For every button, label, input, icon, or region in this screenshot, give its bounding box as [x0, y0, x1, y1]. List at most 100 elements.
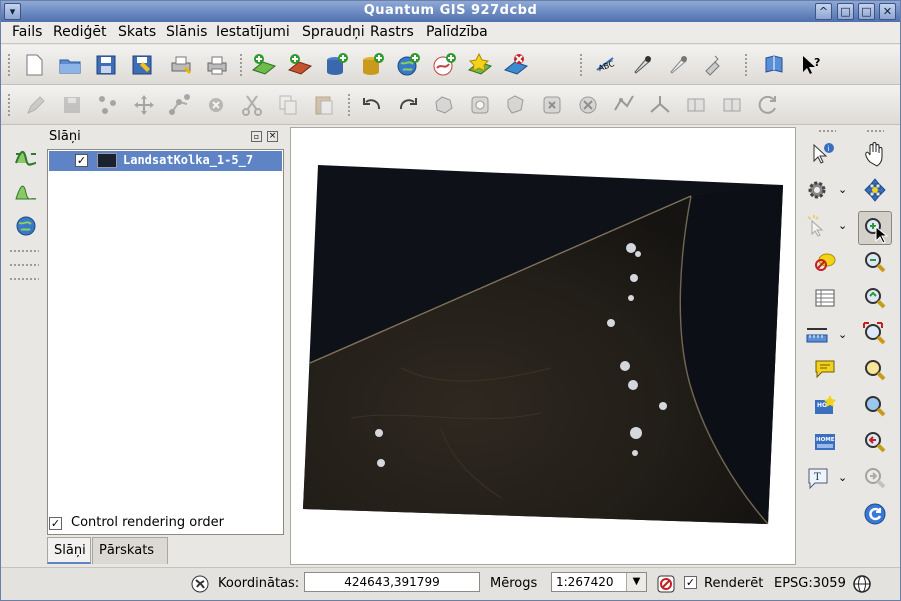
strip-grip[interactable]	[9, 277, 39, 281]
stop-rendering-icon[interactable]	[653, 571, 679, 597]
refresh-icon[interactable]	[862, 501, 888, 527]
coordinates-field[interactable]: 424643,391799	[304, 572, 480, 592]
chevron-down-icon[interactable]: ⌄	[838, 183, 847, 196]
scale-combobox[interactable]: 1:267420 ▼	[551, 572, 647, 592]
close-button[interactable]: ✕	[879, 3, 896, 20]
menu-layer[interactable]: Slānis	[166, 24, 207, 40]
menu-edit[interactable]: Rediģēt	[53, 24, 106, 40]
menu-view[interactable]: Skats	[118, 24, 156, 40]
add-postgis-layer-icon[interactable]	[323, 52, 349, 78]
tab-overview[interactable]: Pārskats	[92, 537, 168, 564]
maximize-button[interactable]: □	[858, 3, 875, 20]
select-features-icon[interactable]	[804, 213, 830, 239]
toolbar-grip[interactable]	[866, 129, 884, 133]
toolbar-grip[interactable]	[744, 53, 748, 77]
node-tool-icon[interactable]	[167, 92, 193, 118]
toolbar-grip[interactable]	[239, 53, 243, 77]
map-canvas[interactable]	[290, 127, 796, 565]
delete-part-icon[interactable]	[575, 92, 601, 118]
add-part-icon[interactable]	[503, 92, 529, 118]
epsg-label[interactable]: EPSG:3059	[774, 576, 846, 591]
zoom-full-icon[interactable]	[862, 285, 888, 311]
pan-to-selection-icon[interactable]	[862, 177, 888, 203]
layer-tree[interactable]: ✓ LandsatKolka_1-5_7	[47, 149, 284, 535]
shade-button[interactable]: ^	[815, 3, 832, 20]
action-gear-icon[interactable]	[804, 177, 830, 203]
pin-labels-icon[interactable]	[629, 52, 655, 78]
reshape-features-icon[interactable]	[611, 92, 637, 118]
add-wfs-layer-icon[interactable]	[431, 52, 457, 78]
move-label-icon[interactable]	[701, 52, 727, 78]
menu-file[interactable]: Fails	[12, 24, 42, 40]
close-panel-icon[interactable]: ×	[267, 131, 278, 142]
zoom-to-layer-icon[interactable]	[862, 357, 888, 383]
toolbar-grip[interactable]	[347, 93, 351, 117]
whats-this-icon[interactable]: ?	[799, 52, 825, 78]
float-panel-icon[interactable]: ▫	[251, 131, 262, 142]
add-spatialite-layer-icon[interactable]	[359, 52, 385, 78]
projection-globe-icon[interactable]	[849, 571, 875, 597]
measure-line-icon[interactable]	[804, 322, 830, 348]
delete-ring-icon[interactable]	[539, 92, 565, 118]
simplify-feature-icon[interactable]	[431, 92, 457, 118]
text-annotation-icon[interactable]: T	[806, 465, 832, 491]
zoom-next-icon[interactable]	[862, 465, 888, 491]
new-bookmark-icon[interactable]: HO	[812, 393, 838, 419]
menu-plugins[interactable]: Spraudņi	[302, 24, 365, 40]
save-as-icon[interactable]	[129, 52, 155, 78]
strip-grip[interactable]	[9, 249, 39, 253]
menu-help[interactable]: Palīdzība	[426, 24, 488, 40]
chevron-down-icon[interactable]: ⌄	[838, 328, 847, 341]
histogram-icon[interactable]	[13, 177, 39, 203]
layer-item-landsat[interactable]: ✓ LandsatKolka_1-5_7	[49, 151, 282, 171]
save-edits-icon[interactable]	[59, 92, 85, 118]
print-composer-icon[interactable]	[168, 52, 194, 78]
add-wms-layer-icon[interactable]	[395, 52, 421, 78]
layer-visibility-checkbox[interactable]: ✓	[75, 154, 88, 167]
copy-features-icon[interactable]	[275, 92, 301, 118]
new-project-icon[interactable]	[21, 52, 47, 78]
new-shapefile-layer-icon[interactable]	[467, 52, 493, 78]
save-project-icon[interactable]	[93, 52, 119, 78]
label-icon[interactable]: ABC	[593, 52, 619, 78]
toolbar-grip[interactable]	[7, 93, 11, 117]
help-contents-icon[interactable]	[761, 52, 787, 78]
rotate-point-symbols-icon[interactable]	[755, 92, 781, 118]
pan-hand-icon[interactable]	[862, 141, 888, 167]
add-ring-icon[interactable]	[467, 92, 493, 118]
move-feature-icon[interactable]	[131, 92, 157, 118]
zoom-out-icon[interactable]	[862, 249, 888, 275]
merge-features-icon[interactable]	[683, 92, 709, 118]
chevron-down-icon[interactable]: ⌄	[838, 471, 847, 484]
identify-features-icon[interactable]: i	[810, 141, 836, 167]
menu-settings[interactable]: Iestatījumi	[216, 24, 290, 40]
zoom-last-icon[interactable]	[862, 429, 888, 455]
map-tips-icon[interactable]	[812, 356, 838, 382]
split-features-icon[interactable]	[647, 92, 673, 118]
coordinate-toggle-icon[interactable]	[187, 571, 213, 597]
zoom-to-selection-icon[interactable]	[862, 321, 888, 347]
add-vector-layer-icon[interactable]	[251, 52, 277, 78]
strip-grip[interactable]	[9, 263, 39, 267]
render-checkbox[interactable]: ✓	[684, 576, 697, 589]
merge-attributes-icon[interactable]	[719, 92, 745, 118]
toggle-editing-icon[interactable]	[23, 92, 49, 118]
control-rendering-order-checkbox[interactable]: ✓	[49, 517, 62, 530]
zoom-actual-size-icon[interactable]	[862, 393, 888, 419]
remove-layer-icon[interactable]	[503, 52, 529, 78]
chevron-down-icon[interactable]: ▼	[626, 573, 646, 591]
show-hide-labels-icon[interactable]	[665, 52, 691, 78]
toolbar-grip[interactable]	[579, 53, 583, 77]
histogram-stretch-icon[interactable]	[13, 141, 39, 167]
show-bookmarks-icon[interactable]: HOME	[812, 429, 838, 455]
toolbar-grip[interactable]	[7, 53, 11, 77]
globe-icon[interactable]	[13, 213, 39, 239]
open-project-icon[interactable]	[57, 52, 83, 78]
attribute-table-icon[interactable]	[812, 285, 838, 311]
menu-raster[interactable]: Rastrs	[370, 24, 414, 40]
add-raster-layer-icon[interactable]	[287, 52, 313, 78]
minimize-button[interactable]: □	[837, 3, 854, 20]
zoom-in-active-frame[interactable]	[858, 211, 892, 245]
print-icon[interactable]	[204, 52, 230, 78]
deselect-features-icon[interactable]	[812, 248, 838, 274]
